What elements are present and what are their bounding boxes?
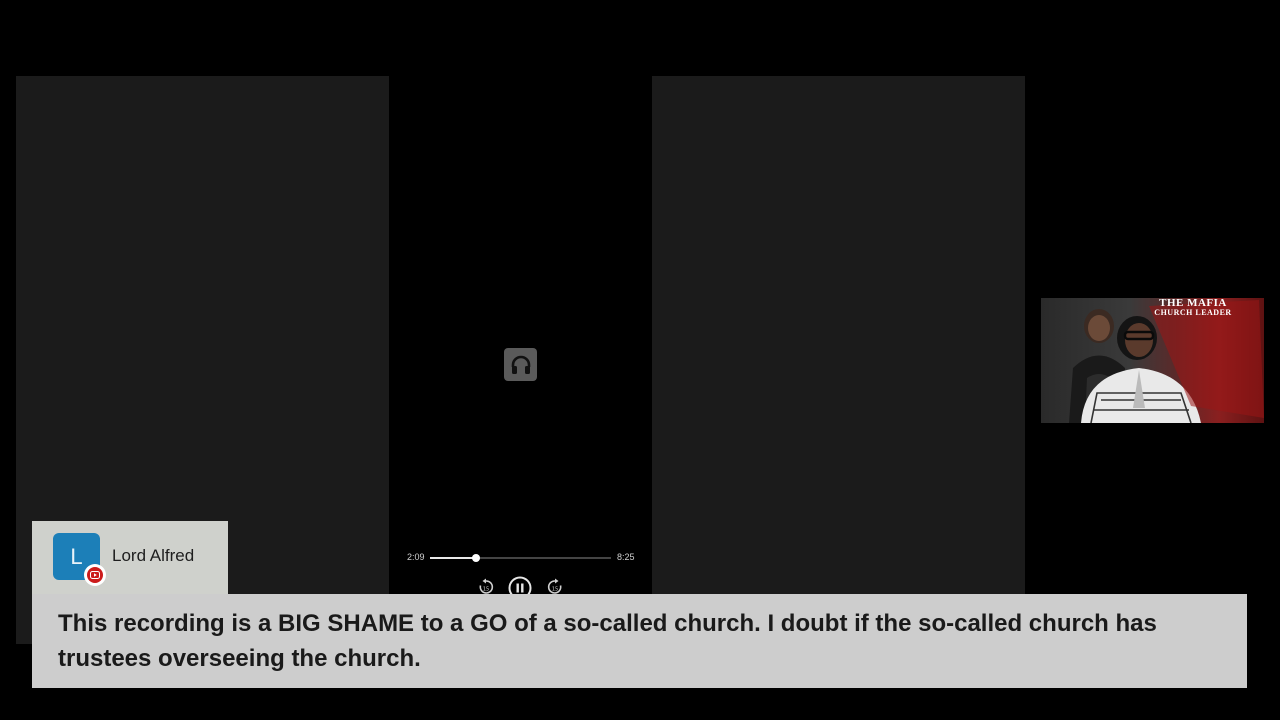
youtube-icon xyxy=(84,564,106,586)
total-time: 8:25 xyxy=(617,552,635,562)
book-cover-title: THE MAFIA CHURCH LEADER xyxy=(1143,298,1243,318)
rewind-button[interactable]: 15 xyxy=(477,576,495,596)
svg-text:15: 15 xyxy=(552,587,558,593)
progress-fill xyxy=(430,557,477,559)
comment-text: This recording is a BIG SHAME to a GO of… xyxy=(58,610,1157,672)
headphones-icon xyxy=(504,348,537,381)
book-title-line1: THE MAFIA xyxy=(1159,297,1227,309)
elapsed-time: 2:09 xyxy=(407,552,425,562)
comment-author-name: Lord Alfred xyxy=(112,546,195,565)
book-title-line2: CHURCH LEADER xyxy=(1154,308,1232,317)
svg-text:15: 15 xyxy=(483,587,489,593)
fast-forward-icon: 15 xyxy=(547,578,562,594)
progress-slider[interactable] xyxy=(430,554,611,562)
forward-button[interactable]: 15 xyxy=(546,576,564,596)
rewind-icon: 15 xyxy=(479,578,494,594)
audio-player xyxy=(389,76,652,596)
right-panel xyxy=(652,76,1025,594)
